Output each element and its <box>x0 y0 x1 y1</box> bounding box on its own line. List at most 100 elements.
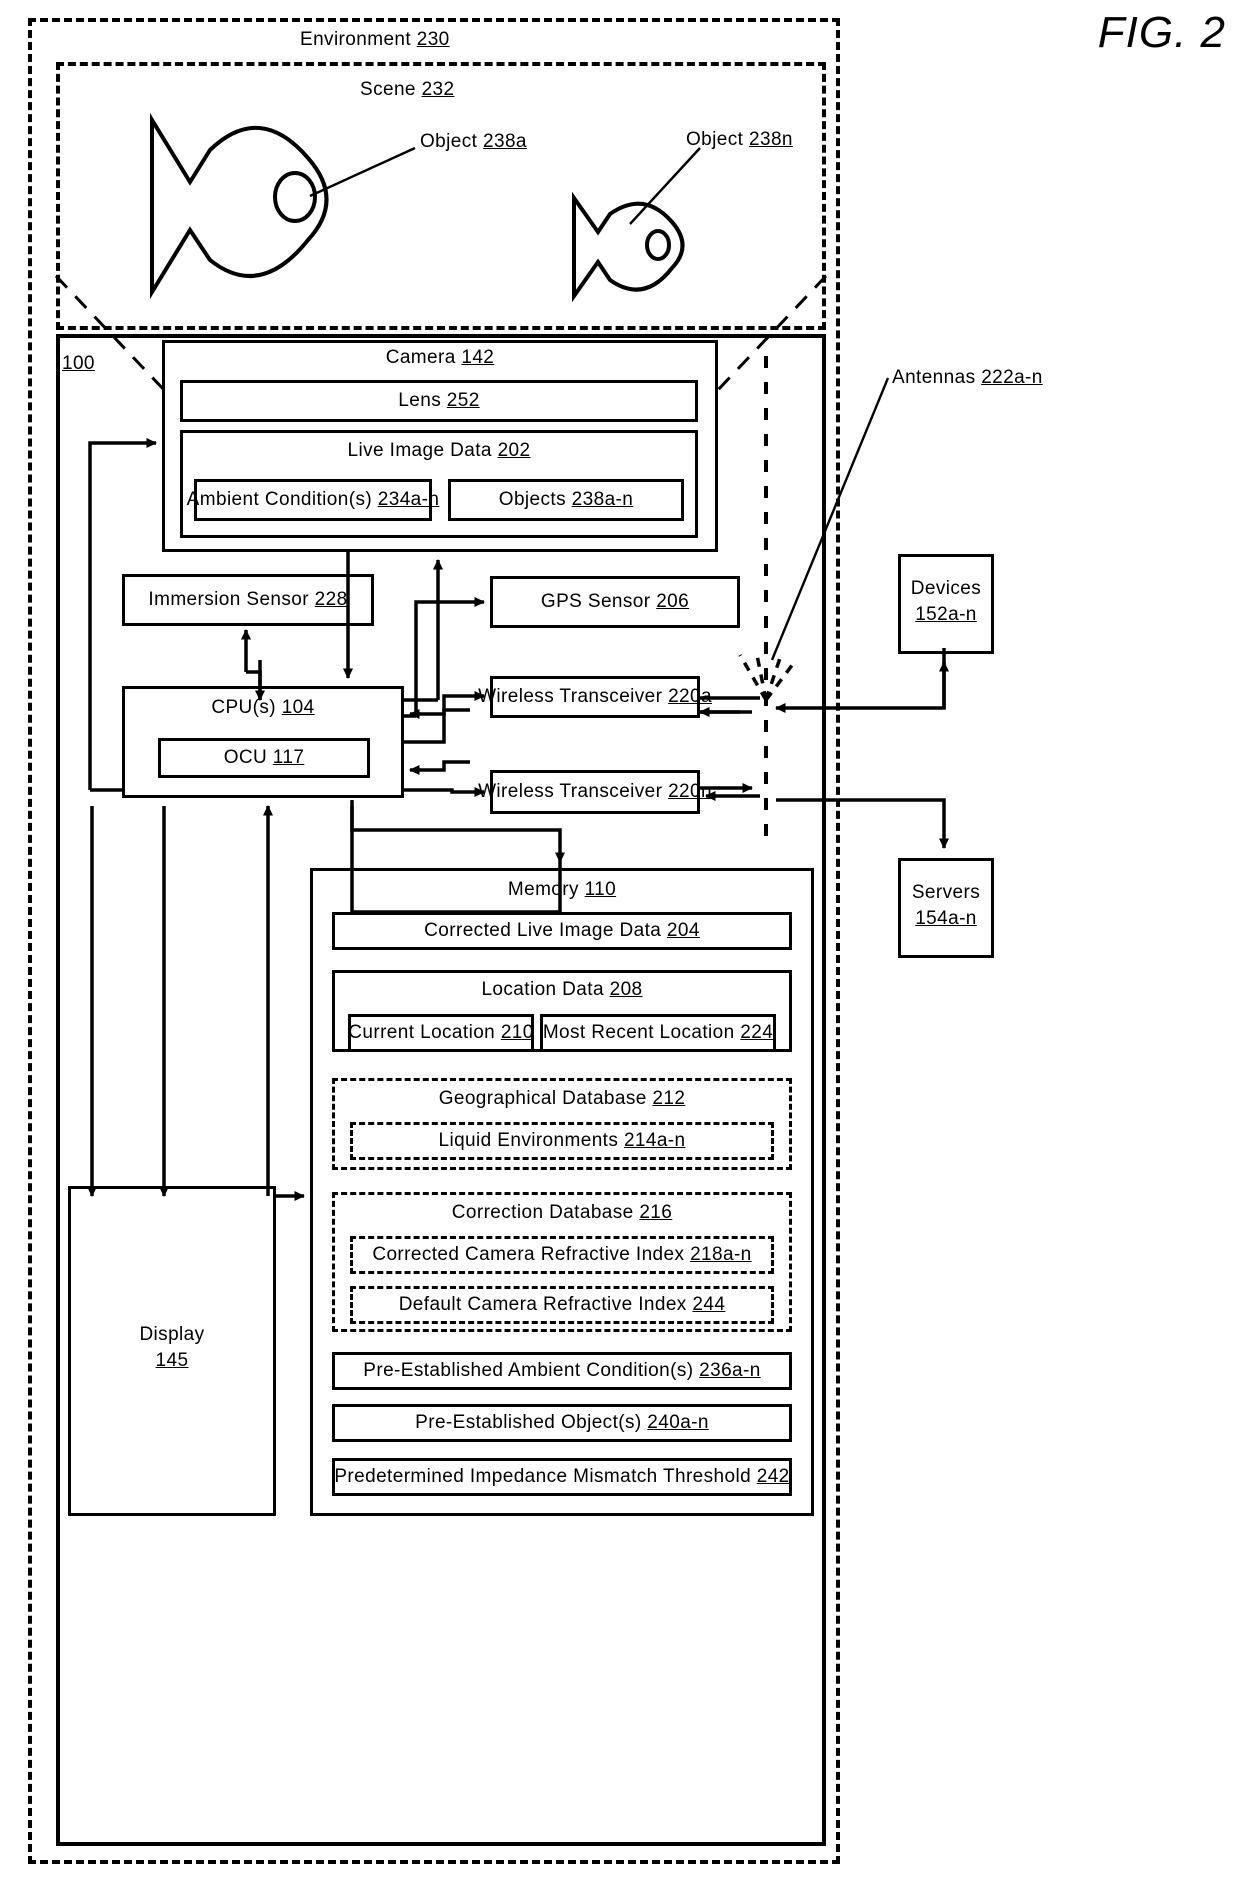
cpu-label-text: CPU(s) <box>211 697 277 718</box>
environment-label-text: Environment <box>300 29 412 50</box>
wireless-transceiver-a-box: Wireless Transceiver 220a <box>478 676 712 718</box>
corrected-live-image-data-box: Corrected Live Image Data 204 <box>332 912 792 950</box>
environment-ref-num: 230 <box>416 29 450 50</box>
liquid-environments-ref-num: 214a-n <box>623 1129 686 1151</box>
wireless-transceiver-a-ref-num: 220a <box>668 685 712 707</box>
lens-label-text: Lens <box>398 389 442 411</box>
cpu-ref-num: 104 <box>281 697 315 718</box>
pre-established-objects-box: Pre-Established Object(s) 240a-n <box>332 1404 792 1442</box>
corrected-live-image-data-ref-num: 204 <box>666 919 700 941</box>
device-ref-num: 100 <box>62 353 95 375</box>
objects-label-text: Objects <box>498 488 566 510</box>
ocu-label-text: OCU <box>223 746 268 768</box>
current-location-ref-num: 210 <box>500 1021 534 1043</box>
camera-label: Camera 142 <box>162 347 718 369</box>
external-devices-label-text: Devices <box>910 578 982 599</box>
correction-database-ref-num: 216 <box>639 1202 673 1223</box>
fish-object-238n-icon <box>572 192 685 302</box>
current-location-box: Current Location 210 <box>348 1014 534 1052</box>
corrected-live-image-data-label: Corrected Live Image Data 204 <box>424 919 700 942</box>
wireless-transceiver-n-label: Wireless Transceiver 220n <box>478 780 712 803</box>
objects-label: Objects 238a-n <box>498 488 634 511</box>
wireless-transceiver-n-label-text: Wireless Transceiver <box>478 780 663 802</box>
predetermined-impedance-mismatch-threshold-label-text: Predetermined Impedance Mismatch Thresho… <box>334 1465 752 1487</box>
live-image-data-ref-num: 202 <box>497 440 531 461</box>
display-label-text: Display <box>139 1324 205 1345</box>
wireless-transceiver-a-label: Wireless Transceiver 220a <box>478 685 712 708</box>
ocu-box: OCU 117 <box>158 738 370 778</box>
live-image-data-label-text: Live Image Data <box>347 440 492 461</box>
antennas-ref-num: 222a-n <box>981 367 1043 388</box>
geographical-database-label-text: Geographical Database <box>438 1088 647 1109</box>
default-camera-refractive-index-label: Default Camera Refractive Index 244 <box>399 1293 726 1316</box>
current-location-label: Current Location 210 <box>348 1021 534 1044</box>
liquid-environments-label-text: Liquid Environments <box>438 1129 619 1151</box>
liquid-environments-box: Liquid Environments 214a-n <box>350 1122 774 1160</box>
location-data-label: Location Data 208 <box>332 979 792 1001</box>
external-servers-label: Servers 154a-n <box>898 880 994 931</box>
most-recent-location-label: Most Recent Location 224 <box>543 1021 774 1044</box>
fish-object-238a-icon <box>150 112 329 300</box>
display-ref-num: 145 <box>155 1349 189 1371</box>
most-recent-location-ref-num: 224 <box>740 1021 774 1043</box>
object-238n-ref-num: 238n <box>749 129 793 150</box>
live-image-data-label: Live Image Data 202 <box>180 440 698 462</box>
corrected-camera-refractive-index-label: Corrected Camera Refractive Index 218a-n <box>372 1243 752 1266</box>
object-238n-label: Object 238n <box>686 129 793 151</box>
current-location-label-text: Current Location <box>348 1021 496 1043</box>
immersion-sensor-box: Immersion Sensor 228 <box>122 574 374 626</box>
object-238a-label: Object 238a <box>420 131 527 153</box>
ambient-conditions-box: Ambient Condition(s) 234a-n <box>187 479 439 521</box>
external-devices-label: Devices 152a-n <box>898 576 994 627</box>
wireless-transceiver-n-box: Wireless Transceiver 220n <box>478 770 712 814</box>
ocu-label: OCU 117 <box>223 746 305 769</box>
immersion-sensor-label-text: Immersion Sensor <box>148 588 309 610</box>
object-238a-label-text: Object <box>420 131 478 152</box>
external-servers-label-text: Servers <box>911 882 981 903</box>
gps-sensor-ref-num: 206 <box>656 590 690 612</box>
correction-database-label: Correction Database 216 <box>332 1202 792 1224</box>
object-238n-label-text: Object <box>686 129 744 150</box>
predetermined-impedance-mismatch-threshold-box: Predetermined Impedance Mismatch Thresho… <box>332 1458 792 1496</box>
location-data-ref-num: 208 <box>609 979 643 1000</box>
objects-box: Objects 238a-n <box>448 479 684 521</box>
cpu-label: CPU(s) 104 <box>122 697 404 719</box>
objects-ref-num: 238a-n <box>571 488 634 510</box>
display-label: Display 145 <box>68 1322 276 1373</box>
most-recent-location-box: Most Recent Location 224 <box>540 1014 776 1052</box>
corrected-camera-refractive-index-box: Corrected Camera Refractive Index 218a-n <box>350 1236 774 1274</box>
pre-established-objects-label-text: Pre-Established Object(s) <box>415 1411 642 1433</box>
geographical-database-ref-num: 212 <box>652 1088 686 1109</box>
object-238a-ref-num: 238a <box>483 131 527 152</box>
scene-label-text: Scene <box>360 79 416 100</box>
ambient-conditions-label: Ambient Condition(s) 234a-n <box>187 488 440 511</box>
memory-ref-num: 110 <box>584 879 617 900</box>
corrected-camera-refractive-index-ref-num: 218a-n <box>690 1243 752 1265</box>
pre-established-ambient-conditions-label-text: Pre-Established Ambient Condition(s) <box>363 1359 694 1381</box>
figure-page: FIG. 2 Environment 230 Scene 232 Object … <box>0 0 1240 1884</box>
corrected-camera-refractive-index-label-text: Corrected Camera Refractive Index <box>372 1243 685 1265</box>
scene-label: Scene 232 <box>360 79 455 101</box>
gps-sensor-box: GPS Sensor 206 <box>490 576 740 628</box>
gps-sensor-label: GPS Sensor 206 <box>540 590 690 613</box>
ambient-conditions-ref-num: 234a-n <box>377 488 440 510</box>
default-camera-refractive-index-ref-num: 244 <box>692 1293 726 1315</box>
geographical-database-label: Geographical Database 212 <box>332 1088 792 1110</box>
predetermined-impedance-mismatch-threshold-ref-num: 242 <box>756 1465 790 1487</box>
pre-established-ambient-conditions-box: Pre-Established Ambient Condition(s) 236… <box>332 1352 792 1390</box>
lens-box: Lens 252 <box>180 380 698 422</box>
location-data-label-text: Location Data <box>481 979 604 1000</box>
gps-sensor-label-text: GPS Sensor <box>540 590 651 612</box>
camera-ref-num: 142 <box>461 347 495 368</box>
pre-established-ambient-conditions-ref-num: 236a-n <box>699 1359 761 1381</box>
environment-label: Environment 230 <box>300 29 450 51</box>
scene-ref-num: 232 <box>421 79 455 100</box>
antennas-label: Antennas 222a-n <box>892 367 1043 389</box>
lens-label: Lens 252 <box>398 389 480 412</box>
immersion-sensor-ref-num: 228 <box>314 588 348 610</box>
lens-ref-num: 252 <box>446 389 480 411</box>
wireless-transceiver-n-ref-num: 220n <box>668 780 712 802</box>
ocu-ref-num: 117 <box>272 746 305 768</box>
wireless-transceiver-a-label-text: Wireless Transceiver <box>478 685 663 707</box>
pre-established-objects-ref-num: 240a-n <box>647 1411 709 1433</box>
